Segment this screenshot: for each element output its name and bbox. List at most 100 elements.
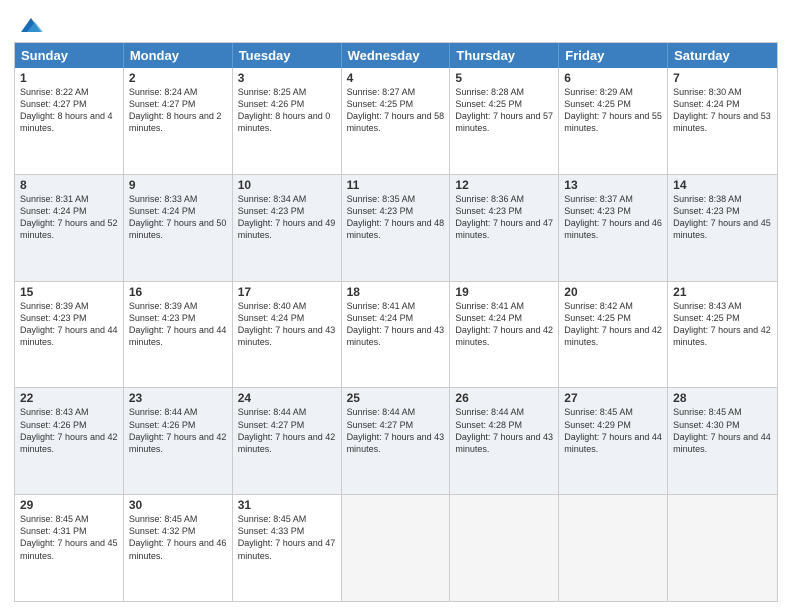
sunrise: Sunrise: 8:27 AM [347, 87, 416, 97]
day-number: 16 [129, 285, 227, 299]
day-cell-16: 16Sunrise: 8:39 AMSunset: 4:23 PMDayligh… [124, 282, 233, 388]
daylight: Daylight: 7 hours and 52 minutes. [20, 218, 118, 240]
day-cell-25: 25Sunrise: 8:44 AMSunset: 4:27 PMDayligh… [342, 388, 451, 494]
sunrise: Sunrise: 8:45 AM [673, 407, 742, 417]
sunrise: Sunrise: 8:43 AM [673, 301, 742, 311]
sunrise: Sunrise: 8:44 AM [238, 407, 307, 417]
day-number: 13 [564, 178, 662, 192]
header-day-wednesday: Wednesday [342, 43, 451, 68]
sunrise: Sunrise: 8:44 AM [455, 407, 524, 417]
day-cell-26: 26Sunrise: 8:44 AMSunset: 4:28 PMDayligh… [450, 388, 559, 494]
sunset: Sunset: 4:28 PM [455, 420, 522, 430]
day-info: Sunrise: 8:25 AMSunset: 4:26 PMDaylight:… [238, 86, 336, 135]
sunrise: Sunrise: 8:33 AM [129, 194, 198, 204]
sunset: Sunset: 4:33 PM [238, 526, 305, 536]
sunset: Sunset: 4:26 PM [129, 420, 196, 430]
day-number: 15 [20, 285, 118, 299]
day-number: 25 [347, 391, 445, 405]
daylight: Daylight: 7 hours and 44 minutes. [564, 432, 662, 454]
day-info: Sunrise: 8:34 AMSunset: 4:23 PMDaylight:… [238, 193, 336, 242]
sunrise: Sunrise: 8:25 AM [238, 87, 307, 97]
daylight: Daylight: 7 hours and 48 minutes. [347, 218, 445, 240]
day-info: Sunrise: 8:44 AMSunset: 4:28 PMDaylight:… [455, 406, 553, 455]
day-info: Sunrise: 8:29 AMSunset: 4:25 PMDaylight:… [564, 86, 662, 135]
day-info: Sunrise: 8:45 AM Sunset: 4:30 PM Daylight:… [673, 406, 772, 455]
day-cell-21: 21Sunrise: 8:43 AMSunset: 4:25 PMDayligh… [668, 282, 777, 388]
logo-icon [17, 14, 45, 36]
sunrise: Sunrise: 8:38 AM [673, 194, 742, 204]
day-number: 18 [347, 285, 445, 299]
day-cell-27: 27Sunrise: 8:45 AMSunset: 4:29 PMDayligh… [559, 388, 668, 494]
day-cell-19: 19Sunrise: 8:41 AMSunset: 4:24 PMDayligh… [450, 282, 559, 388]
sunset: Sunset: 4:24 PM [238, 313, 305, 323]
daylight: Daylight: 7 hours and 55 minutes. [564, 111, 662, 133]
day-cell-29: 29Sunrise: 8:45 AMSunset: 4:31 PMDayligh… [15, 495, 124, 601]
sunset: Sunset: 4:23 PM [564, 206, 631, 216]
day-info: Sunrise: 8:41 AMSunset: 4:24 PMDaylight:… [455, 300, 553, 349]
sunrise: Sunrise: 8:24 AM [129, 87, 198, 97]
calendar-body: 1Sunrise: 8:22 AMSunset: 4:27 PMDaylight… [15, 68, 777, 601]
daylight: Daylight: 7 hours and 45 minutes. [673, 218, 771, 240]
sunset: Sunset: 4:23 PM [347, 206, 414, 216]
daylight: Daylight: 7 hours and 46 minutes. [564, 218, 662, 240]
day-number: 14 [673, 178, 772, 192]
sunset: Sunset: 4:25 PM [564, 99, 631, 109]
daylight: Daylight: 7 hours and 42 minutes. [455, 325, 553, 347]
week-row-5: 29Sunrise: 8:45 AMSunset: 4:31 PMDayligh… [15, 495, 777, 601]
sunset: Sunset: 4:24 PM [20, 206, 87, 216]
day-cell-8: 8Sunrise: 8:31 AMSunset: 4:24 PMDaylight… [15, 175, 124, 281]
daylight: Daylight: 7 hours and 43 minutes. [238, 325, 336, 347]
day-cell-30: 30Sunrise: 8:45 AMSunset: 4:32 PMDayligh… [124, 495, 233, 601]
day-cell-20: 20Sunrise: 8:42 AMSunset: 4:25 PMDayligh… [559, 282, 668, 388]
day-info: Sunrise: 8:31 AMSunset: 4:24 PMDaylight:… [20, 193, 118, 242]
sunset: Sunset: 4:24 PM [455, 313, 522, 323]
day-number: 4 [347, 71, 445, 85]
sunrise: Sunrise: 8:45 AM [20, 514, 89, 524]
daylight: Daylight: 7 hours and 44 minutes. [673, 432, 771, 454]
sunset: Sunset: 4:31 PM [20, 526, 87, 536]
sunrise: Sunrise: 8:37 AM [564, 194, 633, 204]
sunset: Sunset: 4:26 PM [238, 99, 305, 109]
daylight: Daylight: 8 hours and 2 minutes. [129, 111, 222, 133]
day-info: Sunrise: 8:44 AMSunset: 4:26 PMDaylight:… [129, 406, 227, 455]
sunset: Sunset: 4:23 PM [20, 313, 87, 323]
calendar: SundayMondayTuesdayWednesdayThursdayFrid… [14, 42, 778, 602]
day-number: 8 [20, 178, 118, 192]
daylight: Daylight: 7 hours and 42 minutes. [564, 325, 662, 347]
sunset: Sunset: 4:27 PM [129, 99, 196, 109]
daylight: Daylight: 7 hours and 44 minutes. [20, 325, 118, 347]
logo [14, 14, 45, 36]
day-info: Sunrise: 8:37 AM Sunset: 4:23 PM Daylight:… [564, 193, 662, 242]
header-day-saturday: Saturday [668, 43, 777, 68]
sunset: Sunset: 4:25 PM [564, 313, 631, 323]
day-cell-2: 2Sunrise: 8:24 AMSunset: 4:27 PMDaylight… [124, 68, 233, 174]
daylight: Daylight: 7 hours and 43 minutes. [347, 432, 445, 454]
daylight: Daylight: 7 hours and 49 minutes. [238, 218, 336, 240]
day-cell-3: 3Sunrise: 8:25 AMSunset: 4:26 PMDaylight… [233, 68, 342, 174]
day-cell-28: 28Sunrise: 8:45 AMSunset: 4:30 PMDayligh… [668, 388, 777, 494]
day-info: Sunrise: 8:39 AM Sunset: 4:23 PM Daylight:… [20, 300, 118, 349]
daylight: Daylight: 7 hours and 42 minutes. [20, 432, 118, 454]
sunrise: Sunrise: 8:30 AM [673, 87, 742, 97]
day-number: 23 [129, 391, 227, 405]
sunrise: Sunrise: 8:22 AM [20, 87, 89, 97]
day-info: Sunrise: 8:45 AMSunset: 4:33 PMDaylight:… [238, 513, 336, 562]
day-number: 3 [238, 71, 336, 85]
sunset: Sunset: 4:23 PM [455, 206, 522, 216]
day-number: 11 [347, 178, 445, 192]
sunrise: Sunrise: 8:39 AM [20, 301, 89, 311]
page: SundayMondayTuesdayWednesdayThursdayFrid… [0, 0, 792, 612]
sunset: Sunset: 4:29 PM [564, 420, 631, 430]
day-info: Sunrise: 8:27 AMSunset: 4:25 PMDaylight:… [347, 86, 445, 135]
day-number: 6 [564, 71, 662, 85]
sunset: Sunset: 4:27 PM [347, 420, 414, 430]
sunset: Sunset: 4:30 PM [673, 420, 740, 430]
day-info: Sunrise: 8:35 AMSunset: 4:23 PMDaylight:… [347, 193, 445, 242]
daylight: Daylight: 7 hours and 43 minutes. [347, 325, 445, 347]
daylight: Daylight: 7 hours and 44 minutes. [129, 325, 227, 347]
day-info: Sunrise: 8:38 AMSunset: 4:23 PMDaylight:… [673, 193, 772, 242]
week-row-4: 22Sunrise: 8:43 AMSunset: 4:26 PMDayligh… [15, 388, 777, 495]
sunrise: Sunrise: 8:45 AM [564, 407, 633, 417]
day-cell-7: 7Sunrise: 8:30 AMSunset: 4:24 PMDaylight… [668, 68, 777, 174]
day-cell-18: 18Sunrise: 8:41 AMSunset: 4:24 PMDayligh… [342, 282, 451, 388]
